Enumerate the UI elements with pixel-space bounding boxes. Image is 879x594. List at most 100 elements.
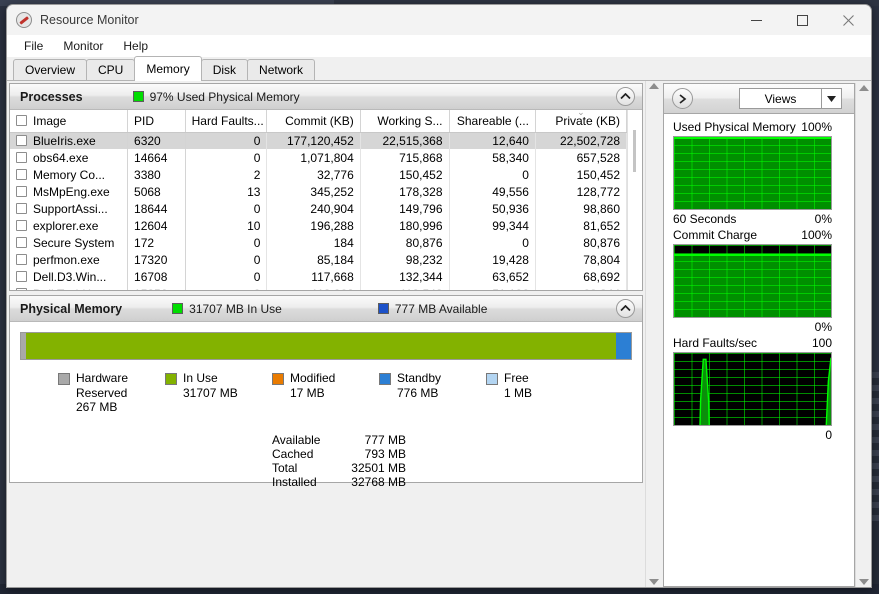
cell-image: SupportAssi... <box>10 200 129 217</box>
column-header-private[interactable]: ⌄ Private (KB) <box>535 110 627 133</box>
processes-table-wrap: Image PID Hard Faults... Commit (KB) Wor… <box>10 110 627 290</box>
cell-hard-faults: 0 <box>185 132 268 149</box>
column-header-shareable[interactable]: Shareable (... <box>449 110 536 133</box>
row-checkbox[interactable] <box>16 202 27 214</box>
table-row[interactable]: Secure System 172 0 184 80,876 0 80,876 <box>10 234 627 251</box>
physical-memory-header[interactable]: Physical Memory 31707 MB In Use 777 MB A… <box>10 296 642 322</box>
scroll-up-arrow-icon[interactable] <box>648 83 659 89</box>
tab-overview[interactable]: Overview <box>13 59 88 80</box>
row-checkbox[interactable] <box>16 168 27 180</box>
table-row[interactable]: obs64.exe 14664 0 1,071,804 715,868 58,3… <box>10 149 627 166</box>
column-header-working-set[interactable]: Working S... <box>360 110 450 133</box>
menu-item-monitor[interactable]: Monitor <box>54 36 112 56</box>
legend-inuse-line2: 31707 MB <box>183 385 238 400</box>
menu-bar: File Monitor Help <box>7 35 871 57</box>
cell-pid: 15256 <box>127 285 186 290</box>
views-dropdown[interactable]: Views <box>739 88 842 109</box>
cell-shareable: 50,936 <box>449 200 536 217</box>
cell-pid: 3380 <box>127 166 186 183</box>
row-checkbox[interactable] <box>16 134 27 146</box>
cell-private: 80,876 <box>535 234 627 251</box>
summary-value-total: 32501 MB <box>351 461 406 476</box>
window-controls <box>733 5 871 35</box>
processes-body: Image PID Hard Faults... Commit (KB) Wor… <box>10 110 642 290</box>
row-checkbox[interactable] <box>16 185 27 197</box>
physical-memory-title: Physical Memory <box>20 301 123 316</box>
cell-private: 150,452 <box>535 166 627 183</box>
row-checkbox[interactable] <box>16 151 27 163</box>
used-memory-label: 97% Used Physical Memory <box>149 89 300 104</box>
graphs-scroll-down-arrow-icon[interactable] <box>858 579 869 585</box>
graphs-column: Views Used Physical Memory 100% 60 Secon… <box>663 83 855 587</box>
row-checkbox[interactable] <box>16 236 27 248</box>
graph-title-hard-faults: Hard Faults/sec <box>673 336 758 350</box>
physical-memory-collapse-button[interactable] <box>616 299 635 318</box>
cell-pid: 12604 <box>127 217 186 234</box>
content-scrollbar[interactable] <box>645 81 661 587</box>
column-header-commit[interactable]: Commit (KB) <box>266 110 361 133</box>
column-header-image[interactable]: Image <box>10 110 129 133</box>
cell-working-set: 178,328 <box>360 183 450 200</box>
graph-commit-charge: Commit Charge 100% 0% <box>673 228 845 334</box>
legend-inuse-line1: In Use <box>183 371 218 385</box>
title-bar: Resource Monitor <box>7 5 871 35</box>
column-header-pid[interactable]: PID <box>127 110 186 133</box>
in-use-legend-swatch <box>165 373 177 385</box>
chevron-down-icon[interactable] <box>821 89 841 108</box>
in-use-label: 31707 MB In Use <box>189 301 282 316</box>
cell-commit: 240,904 <box>266 200 361 217</box>
row-checkbox[interactable] <box>16 253 27 265</box>
table-header-row: Image PID Hard Faults... Commit (KB) Wor… <box>10 110 627 133</box>
maximize-icon[interactable] <box>779 5 825 35</box>
row-checkbox[interactable] <box>16 287 27 290</box>
table-row[interactable]: MsMpEng.exe 5068 13 345,252 178,328 49,5… <box>10 183 627 200</box>
tab-cpu[interactable]: CPU <box>86 59 136 80</box>
processes-collapse-button[interactable] <box>616 87 635 106</box>
cell-working-set: 119,548 <box>360 285 450 290</box>
cell-commit: 196,288 <box>266 217 361 234</box>
used-memory-swatch <box>132 91 144 102</box>
close-icon[interactable] <box>825 5 871 35</box>
legend-item-modified: Modified 17 MB <box>272 371 379 415</box>
cell-commit: 1,071,804 <box>266 149 361 166</box>
processes-scrollbar[interactable] <box>627 110 642 290</box>
cell-hard-faults: 0 <box>185 234 268 251</box>
cell-working-set: 80,876 <box>360 234 450 251</box>
table-row[interactable]: Memory Co... 3380 2 32,776 150,452 0 150… <box>10 166 627 183</box>
table-row[interactable]: perfmon.exe 17320 0 85,184 98,232 19,428… <box>10 251 627 268</box>
minimize-icon[interactable] <box>733 5 779 35</box>
column-header-hard-faults[interactable]: Hard Faults... <box>185 110 268 133</box>
tab-network[interactable]: Network <box>247 59 316 80</box>
tab-memory[interactable]: Memory <box>134 56 202 81</box>
scroll-down-arrow-icon[interactable] <box>648 579 659 585</box>
processes-scrollbar-thumb[interactable] <box>633 130 636 172</box>
summary-value-available: 777 MB <box>364 432 406 447</box>
cell-working-set: 715,868 <box>360 149 450 166</box>
table-row[interactable]: SupportAssi... 18644 0 240,904 149,796 5… <box>10 200 627 217</box>
plot-used-physical-memory <box>673 136 832 210</box>
expand-panel-icon[interactable] <box>672 88 693 109</box>
menu-item-file[interactable]: File <box>15 36 52 56</box>
hard-faults-series <box>674 353 831 425</box>
table-row[interactable]: explorer.exe 12604 10 196,288 180,996 99… <box>10 217 627 234</box>
tab-disk[interactable]: Disk <box>200 59 249 80</box>
cell-working-set: 180,996 <box>360 217 450 234</box>
table-row[interactable]: Dell.TechHu... 15256 0 118,068 119,548 5… <box>10 285 627 290</box>
cell-commit: 177,120,452 <box>266 132 361 149</box>
cell-image: perfmon.exe <box>10 251 129 268</box>
table-row[interactable]: BlueIris.exe 6320 0 177,120,452 22,515,3… <box>10 132 627 149</box>
cell-hard-faults: 13 <box>185 183 268 200</box>
processes-legend: 97% Used Physical Memory <box>132 89 300 104</box>
graphs-scrollbar[interactable] <box>855 83 871 587</box>
table-row[interactable]: Dell.D3.Win... 16708 0 117,668 132,344 6… <box>10 268 627 285</box>
graphs-scroll-up-arrow-icon[interactable] <box>858 85 869 91</box>
available-legend: 777 MB Available <box>377 302 487 316</box>
summary-row-installed: Installed 32768 MB <box>272 475 632 489</box>
select-all-checkbox[interactable] <box>16 114 27 126</box>
processes-header[interactable]: Processes 97% Used Physical Memory <box>10 84 642 110</box>
row-checkbox[interactable] <box>16 219 27 231</box>
row-checkbox[interactable] <box>16 270 27 282</box>
menu-item-help[interactable]: Help <box>114 36 157 56</box>
cell-pid: 172 <box>127 234 186 251</box>
summary-row-total: Total 32501 MB <box>272 461 632 475</box>
